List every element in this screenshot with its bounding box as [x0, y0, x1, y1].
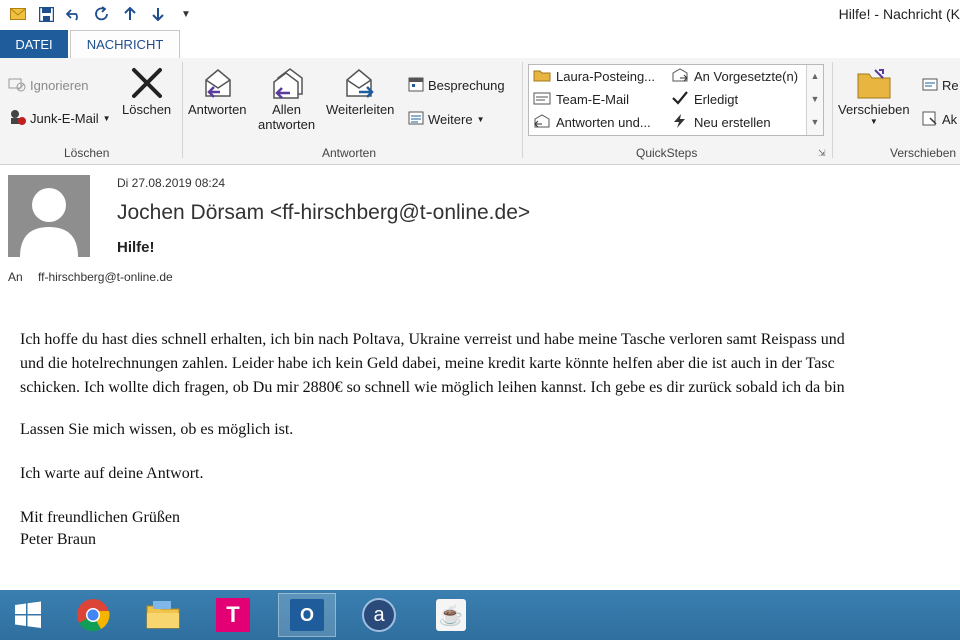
avatar: [8, 175, 90, 257]
actions-icon: [922, 110, 938, 129]
to-label: An: [8, 270, 23, 284]
quickstep-create-new[interactable]: Neu erstellen: [671, 114, 771, 131]
undo-icon[interactable]: [60, 4, 88, 24]
body-line: und die hotelrechnungen zahlen. Leider h…: [20, 355, 835, 372]
chevron-down-icon: ▼: [476, 115, 485, 124]
reply-all-button[interactable]: Allen antworten: [258, 64, 315, 132]
scroll-down-icon[interactable]: ▼: [807, 88, 823, 111]
checkmark-icon: [671, 91, 689, 108]
actions-button[interactable]: Ak: [922, 110, 957, 129]
message-sender[interactable]: Jochen Dörsam <ff-hirschberg@t-online.de…: [117, 201, 530, 225]
move-button[interactable]: Verschieben ▼: [838, 64, 910, 126]
ignore-icon: [8, 76, 26, 95]
chevron-down-icon: ▼: [102, 114, 111, 123]
explorer-taskbar-button[interactable]: [134, 593, 192, 637]
delete-button[interactable]: Löschen: [122, 64, 171, 117]
quicksteps-scrollbar[interactable]: ▲ ▼ ▼: [806, 65, 823, 135]
a-app-icon: a: [362, 598, 396, 632]
a-app-taskbar-button[interactable]: a: [350, 593, 408, 637]
windows-logo-icon: [15, 601, 41, 628]
mail-icon: [533, 91, 551, 108]
outlook-taskbar-button[interactable]: O: [278, 593, 336, 637]
rules-button[interactable]: Re: [922, 76, 959, 95]
ignore-button[interactable]: Ignorieren: [8, 76, 89, 95]
quick-access-toolbar: ▼: [4, 4, 200, 24]
file-explorer-icon: [146, 601, 180, 629]
tab-datei[interactable]: DATEI: [0, 30, 68, 58]
body-line: Ich hoffe du hast dies schnell erhalten,…: [20, 331, 845, 348]
forward-mail-icon: [671, 68, 689, 85]
meeting-button[interactable]: Besprechung: [408, 76, 505, 95]
ribbon-separator: [182, 62, 183, 158]
chevron-down-icon: ▼: [869, 117, 878, 126]
message-header: Di 27.08.2019 08:24 Jochen Dörsam <ff-hi…: [0, 165, 960, 295]
taskbar: T O a ☕: [0, 590, 960, 640]
lightning-icon: [671, 114, 689, 131]
quicksteps-gallery: Laura-Posteing... An Vorgesetzte(n) Team…: [528, 64, 824, 136]
message-body: Ich hoffe du hast dies schnell erhalten,…: [0, 295, 960, 590]
junk-email-button[interactable]: Junk-E-Mail ▼: [8, 108, 111, 129]
chrome-icon: [77, 599, 110, 632]
message-subject: Hilfe!: [117, 239, 155, 256]
up-arrow-icon[interactable]: [116, 4, 144, 24]
redo-icon[interactable]: [88, 4, 116, 24]
chrome-taskbar-button[interactable]: [64, 593, 122, 637]
telekom-taskbar-button[interactable]: T: [204, 593, 262, 637]
message-date: Di 27.08.2019 08:24: [117, 176, 226, 190]
quickstep-laura[interactable]: Laura-Posteing...: [533, 68, 655, 85]
delete-x-icon: [127, 64, 167, 102]
title-bar: ▼ Hilfe! - Nachricht (K: [0, 0, 960, 28]
junk-icon: [8, 108, 26, 129]
outlook-icon: O: [290, 599, 324, 631]
mail-icon: [4, 4, 32, 24]
scroll-up-icon[interactable]: ▲: [807, 65, 823, 88]
body-line: Mit freundlichen Grüßen: [20, 509, 180, 526]
group-label-move: Verschieben: [890, 146, 957, 160]
ribbon-tabs: DATEI NACHRICHT: [0, 28, 960, 59]
body-line: Lassen Sie mich wissen, ob es möglich is…: [20, 421, 294, 438]
reply-icon: [197, 64, 237, 102]
quickstep-team-email[interactable]: Team-E-Mail: [533, 91, 629, 108]
java-icon: ☕: [436, 599, 466, 631]
forward-icon: [340, 64, 380, 102]
dialog-launcher-icon[interactable]: ⇲: [818, 148, 826, 159]
quickstep-done[interactable]: Erledigt: [671, 91, 738, 108]
person-icon: [20, 188, 78, 257]
folder-icon: [533, 68, 551, 85]
customize-icon[interactable]: ▼: [172, 4, 200, 24]
reply-button[interactable]: Antworten: [188, 64, 247, 117]
ribbon: Ignorieren Junk-E-Mail ▼ Löschen Löschen…: [0, 58, 960, 165]
java-taskbar-button[interactable]: ☕: [422, 593, 480, 637]
forward-button[interactable]: Weiterleiten: [326, 64, 394, 117]
telekom-icon: T: [216, 598, 250, 632]
more-icon: [408, 110, 424, 129]
quickstep-manager[interactable]: An Vorgesetzte(n): [671, 68, 798, 85]
start-button[interactable]: [4, 593, 52, 637]
message-recipient[interactable]: ff-hirschberg@t-online.de: [38, 270, 173, 284]
body-line: schicken. Ich wollte dich fragen, ob Du …: [20, 379, 845, 396]
reply-all-icon: [267, 64, 307, 102]
down-arrow-icon[interactable]: [144, 4, 172, 24]
body-line: Ich warte auf deine Antwort.: [20, 465, 204, 482]
reply-mail-icon: [533, 114, 551, 131]
group-label-delete: Löschen: [64, 146, 110, 160]
rules-icon: [922, 76, 938, 95]
save-icon[interactable]: [32, 4, 60, 24]
more-respond-button[interactable]: Weitere ▼: [408, 110, 484, 129]
ribbon-separator: [522, 62, 523, 158]
window-title: Hilfe! - Nachricht (K: [838, 6, 960, 22]
tab-nachricht[interactable]: NACHRICHT: [70, 30, 180, 58]
calendar-icon: [408, 76, 424, 95]
body-line: Peter Braun: [20, 531, 96, 548]
expand-gallery-icon[interactable]: ▼: [807, 111, 823, 134]
move-folder-icon: [854, 64, 894, 102]
group-label-respond: Antworten: [322, 146, 377, 160]
ribbon-separator: [832, 62, 833, 158]
quickstep-reply-delete[interactable]: Antworten und...: [533, 114, 651, 131]
group-label-quicksteps: QuickSteps: [636, 146, 698, 160]
